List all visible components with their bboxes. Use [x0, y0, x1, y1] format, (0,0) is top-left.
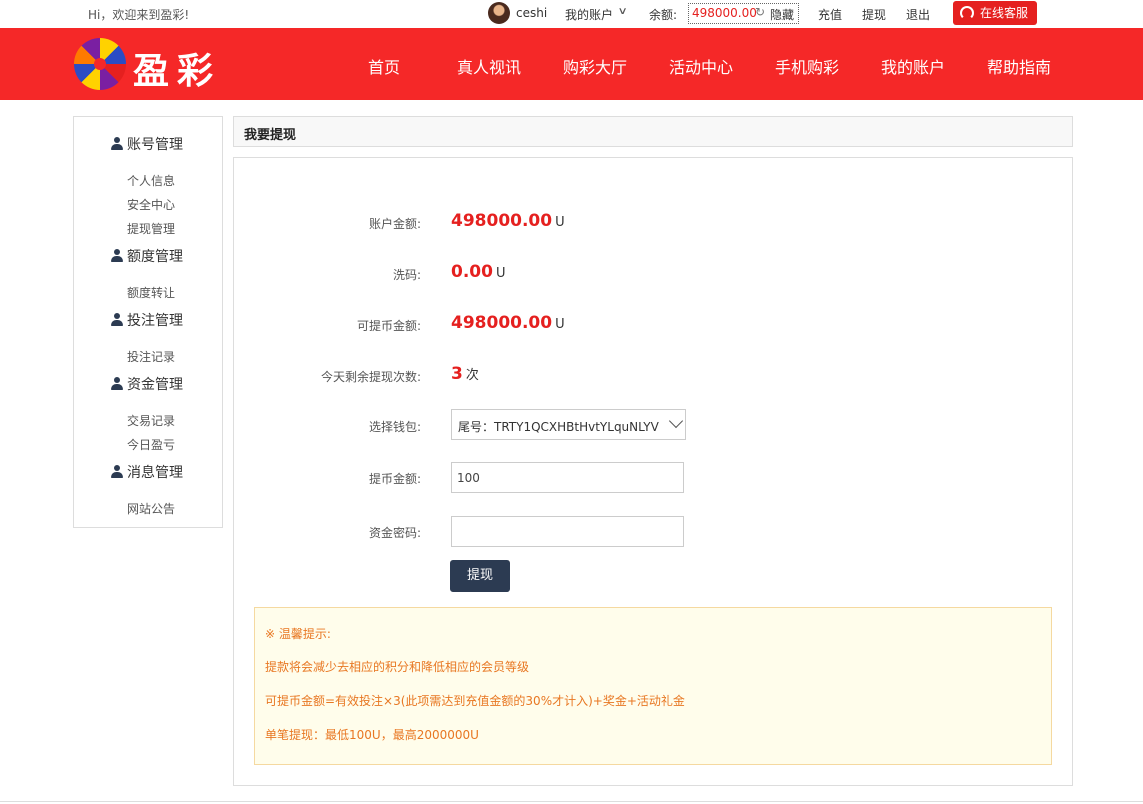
withdraw-amount-input[interactable] [451, 462, 684, 493]
account-amount-value: 498000.00 U [451, 211, 565, 231]
sidebar: 账号管理 个人信息 安全中心 提现管理 额度管理 额度转让 投注管理 投注记录 … [73, 116, 223, 528]
sidebar-item-profile[interactable]: 个人信息 [127, 172, 175, 189]
tip-line: 提款将会减少去相应的积分和降低相应的会员等级 [265, 660, 530, 674]
sidebar-item-transactions[interactable]: 交易记录 [127, 412, 175, 429]
headset-icon [960, 6, 974, 20]
balance-value: 498000.00 [692, 6, 757, 20]
wash-label: 洗码: [392, 268, 421, 282]
logo-icon[interactable] [74, 38, 126, 90]
account-amount-label: 账户金额: [368, 217, 421, 231]
tips-box: ※ 温馨提示: 提款将会减少去相应的积分和降低相应的会员等级 可提币金额=有效投… [254, 607, 1052, 765]
online-service-label: 在线客服 [980, 6, 1029, 20]
user-icon [111, 249, 123, 262]
nav-mobile-lottery[interactable]: 手机购彩 [775, 54, 839, 78]
tip-line: 单笔提现：最低100U，最高2000000U [265, 728, 479, 742]
top-bar: Hi，欢迎来到盈彩! ceshi 我的账户 ∨ 余额: 498000.00 ↻ … [0, 0, 1143, 28]
wallet-selected-value: 尾号：TRTY1QCXHBtHvtYLquNLYV [458, 420, 659, 434]
footer-divider [0, 801, 1143, 802]
sidebar-item-bet-records[interactable]: 投注记录 [127, 348, 175, 365]
sidebar-group-funds[interactable]: 资金管理 [111, 374, 183, 394]
avatar[interactable] [488, 2, 510, 24]
wallet-label: 选择钱包: [368, 420, 421, 434]
withdrawable-label: 可提币金额: [356, 319, 421, 333]
sidebar-item-withdraw-manage[interactable]: 提现管理 [127, 220, 175, 237]
withdraw-link[interactable]: 提现 [862, 6, 886, 23]
sidebar-group-label: 账号管理 [127, 137, 183, 153]
refresh-icon[interactable]: ↻ [755, 5, 765, 19]
hide-balance-link[interactable]: 隐藏 [770, 6, 794, 23]
user-icon [111, 137, 123, 150]
withdraw-submit-button[interactable]: 提现 [450, 560, 510, 592]
withdraw-amount-label: 提币金额: [368, 472, 421, 486]
logout-link[interactable]: 退出 [906, 6, 930, 23]
sidebar-group-label: 消息管理 [127, 465, 183, 481]
sidebar-item-security[interactable]: 安全中心 [127, 196, 175, 213]
sidebar-group-messages[interactable]: 消息管理 [111, 462, 183, 482]
balance-label: 余额: [649, 8, 678, 22]
sidebar-group-label: 资金管理 [127, 377, 183, 393]
tip-line: 可提币金额=有效投注×3(此项需达到充值金额的30%才计入)+奖金+活动礼金 [265, 694, 685, 708]
fund-password-label: 资金密码: [368, 526, 421, 540]
wallet-select[interactable]: 尾号：TRTY1QCXHBtHvtYLquNLYV [451, 409, 686, 440]
online-service-button[interactable]: 在线客服 [953, 1, 1037, 25]
sidebar-item-announcements[interactable]: 网站公告 [127, 500, 175, 517]
chevron-down-icon[interactable]: ∨ [618, 6, 628, 17]
sidebar-group-quota[interactable]: 额度管理 [111, 246, 183, 266]
user-icon [111, 465, 123, 478]
nav-lottery-hall[interactable]: 购彩大厅 [563, 54, 627, 78]
wash-value: 0.00 U [451, 262, 506, 282]
username[interactable]: ceshi [516, 6, 547, 20]
withdrawable-value: 498000.00 U [451, 313, 565, 333]
page-title: 我要提现 [244, 128, 297, 143]
page-title-bar: 我要提现 [233, 116, 1073, 147]
fund-password-input[interactable] [451, 516, 684, 547]
sidebar-item-today-pnl[interactable]: 今日盈亏 [127, 436, 175, 453]
main-header: 盈彩 首页 真人视讯 购彩大厅 活动中心 手机购彩 我的账户 帮助指南 [0, 28, 1143, 100]
nav-my-account[interactable]: 我的账户 [881, 54, 945, 78]
user-icon [111, 313, 123, 326]
chevron-down-icon [668, 413, 684, 429]
nav-live-video[interactable]: 真人视讯 [457, 54, 521, 78]
sidebar-item-quota-transfer[interactable]: 额度转让 [127, 284, 175, 301]
nav-home[interactable]: 首页 [368, 54, 400, 78]
sidebar-group-account[interactable]: 账号管理 [111, 134, 183, 154]
remaining-times-value: 3次 [451, 364, 479, 384]
my-account-menu[interactable]: 我的账户 [565, 6, 613, 23]
user-icon [111, 377, 123, 390]
remaining-times-label: 今天剩余提现次数: [320, 370, 421, 384]
sidebar-group-label: 投注管理 [127, 313, 183, 329]
nav-activity-center[interactable]: 活动中心 [669, 54, 733, 78]
sidebar-group-label: 额度管理 [127, 249, 183, 265]
tips-title: ※ 温馨提示: [265, 627, 331, 641]
recharge-link[interactable]: 充值 [818, 6, 842, 23]
sidebar-group-betting[interactable]: 投注管理 [111, 310, 183, 330]
nav-help-guide[interactable]: 帮助指南 [987, 54, 1051, 78]
logo-text[interactable]: 盈彩 [133, 42, 221, 94]
greeting-text: Hi，欢迎来到盈彩! [88, 8, 190, 22]
